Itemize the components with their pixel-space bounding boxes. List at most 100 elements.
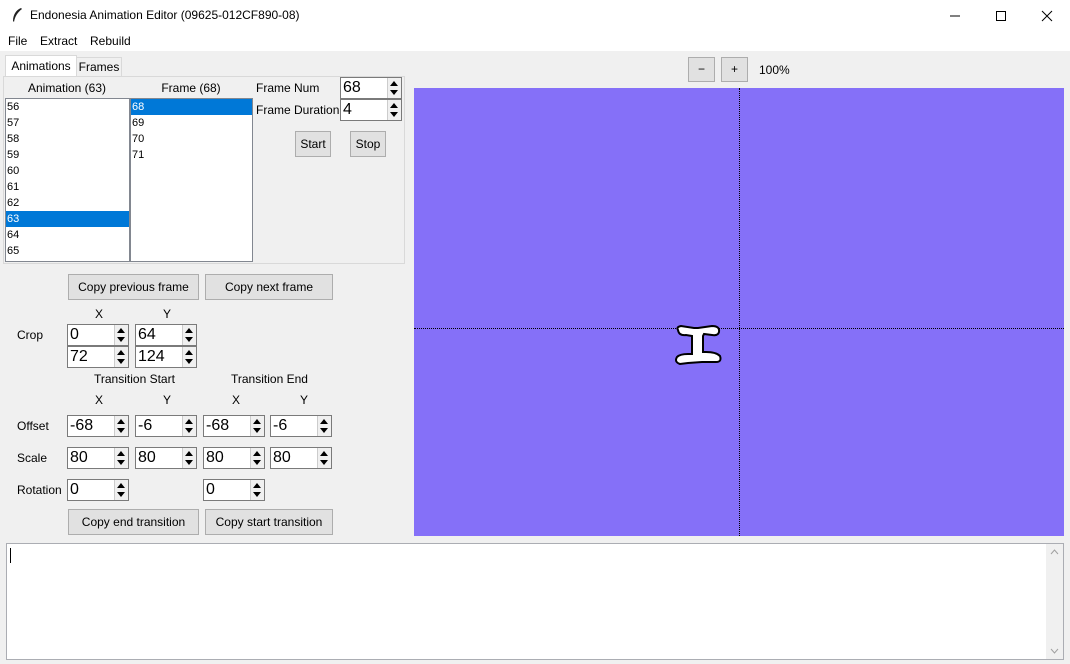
spin-up-icon[interactable]	[117, 419, 125, 424]
animation-list[interactable]: 56 57 58 59 60 61 62 63 64 65	[5, 98, 130, 262]
animation-list-item[interactable]: 56	[6, 99, 129, 115]
animation-list-item[interactable]: 57	[6, 115, 129, 131]
spin-up-icon[interactable]	[117, 451, 125, 456]
animation-list-item[interactable]: 63	[6, 211, 129, 227]
spin-up-icon[interactable]	[117, 350, 125, 355]
feather-icon	[13, 8, 22, 22]
scale-start-x-spinbox[interactable]: 80	[67, 447, 129, 469]
frame-duration-value: 4	[343, 101, 352, 118]
spin-down-icon[interactable]	[185, 359, 193, 364]
frame-list-item[interactable]: 71	[131, 147, 252, 163]
frame-list-item[interactable]: 70	[131, 131, 252, 147]
animation-list-item[interactable]: 59	[6, 147, 129, 163]
maximize-button[interactable]	[978, 0, 1024, 31]
spin-down-icon[interactable]	[320, 428, 328, 433]
spin-down-icon[interactable]	[185, 460, 193, 465]
preview-canvas[interactable]	[414, 88, 1064, 536]
menu-extract[interactable]: Extract	[40, 34, 77, 48]
scroll-down-icon[interactable]	[1050, 648, 1059, 654]
offset-end-y-spinbox[interactable]: -6	[270, 415, 332, 437]
tab-frames[interactable]: Frames	[76, 57, 122, 77]
spin-down-icon[interactable]	[253, 428, 261, 433]
stop-button[interactable]: Stop	[350, 131, 386, 157]
zoom-in-button[interactable]: +	[721, 57, 748, 82]
crop-x1-spinbox[interactable]: 0	[67, 324, 129, 346]
copy-start-transition-button[interactable]: Copy start transition	[205, 509, 333, 535]
spin-up-icon[interactable]	[253, 419, 261, 424]
end-y-header: Y	[300, 393, 309, 407]
spin-up-icon[interactable]	[185, 419, 193, 424]
animation-list-item[interactable]: 60	[6, 163, 129, 179]
spin-up-icon[interactable]	[185, 350, 193, 355]
log-scrollbar[interactable]	[1046, 544, 1063, 659]
rotation-start-spinbox[interactable]: 0	[67, 479, 129, 501]
start-button[interactable]: Start	[295, 131, 331, 157]
title-bar: Endonesia Animation Editor (09625-012CF8…	[0, 0, 1070, 31]
close-button[interactable]	[1024, 0, 1070, 31]
crop-y2-spinbox[interactable]: 124	[135, 346, 197, 368]
scale-end-y-spinbox[interactable]: 80	[270, 447, 332, 469]
crop-x1-value: 0	[70, 326, 79, 343]
spin-down-icon[interactable]	[185, 428, 193, 433]
spin-up-icon[interactable]	[117, 328, 125, 333]
frame-duration-spinbox[interactable]: 4	[340, 99, 402, 121]
frame-duration-label: Frame Duration	[256, 103, 340, 117]
scale-end-x-spinbox[interactable]: 80	[203, 447, 265, 469]
copy-previous-frame-button[interactable]: Copy previous frame	[68, 274, 199, 300]
frame-list-item[interactable]: 68	[131, 99, 252, 115]
frame-list-item[interactable]: 69	[131, 115, 252, 131]
spin-up-icon[interactable]	[320, 451, 328, 456]
spin-up-icon[interactable]	[117, 483, 125, 488]
spin-up-icon[interactable]	[253, 483, 261, 488]
crop-x2-spinbox[interactable]: 72	[67, 346, 129, 368]
spin-down-icon[interactable]	[185, 337, 193, 342]
scale-start-y-spinbox[interactable]: 80	[135, 447, 197, 469]
spin-up-icon[interactable]	[185, 451, 193, 456]
animation-list-header: Animation (63)	[27, 81, 107, 95]
crop-y1-spinbox[interactable]: 64	[135, 324, 197, 346]
spin-up-icon[interactable]	[185, 328, 193, 333]
spin-down-icon[interactable]	[320, 460, 328, 465]
canvas-vertical-guide	[739, 88, 740, 536]
spin-up-icon[interactable]	[253, 451, 261, 456]
spin-down-icon[interactable]	[117, 359, 125, 364]
animation-list-item[interactable]: 62	[6, 195, 129, 211]
spin-up-icon[interactable]	[390, 103, 398, 108]
frame-list-header: Frame (68)	[161, 81, 221, 95]
menu-bar	[0, 31, 1070, 51]
animation-list-item[interactable]: 61	[6, 179, 129, 195]
rotation-end-spinbox[interactable]: 0	[203, 479, 265, 501]
menu-rebuild[interactable]: Rebuild	[90, 34, 131, 48]
spin-down-icon[interactable]	[390, 90, 398, 95]
zoom-out-button[interactable]: −	[688, 57, 715, 82]
rotation-label: Rotation	[17, 483, 62, 497]
animation-list-item[interactable]: 65	[6, 243, 129, 259]
menu-file[interactable]: File	[8, 34, 27, 48]
offset-end-x-spinbox[interactable]: -68	[203, 415, 265, 437]
frame-list[interactable]: 68 69 70 71	[130, 98, 253, 262]
frame-num-spinbox[interactable]: 68	[340, 77, 402, 99]
minimize-icon	[950, 15, 960, 16]
offset-start-x-spinbox[interactable]: -68	[67, 415, 129, 437]
spin-down-icon[interactable]	[390, 112, 398, 117]
scroll-up-icon[interactable]	[1050, 549, 1059, 555]
spin-down-icon[interactable]	[117, 492, 125, 497]
animation-list-item[interactable]: 64	[6, 227, 129, 243]
scale-end-x-value: 80	[206, 449, 224, 466]
log-textarea[interactable]	[6, 543, 1064, 660]
spin-up-icon[interactable]	[320, 419, 328, 424]
spin-down-icon[interactable]	[117, 337, 125, 342]
offset-start-y-spinbox[interactable]: -6	[135, 415, 197, 437]
copy-next-frame-button[interactable]: Copy next frame	[205, 274, 333, 300]
spin-down-icon[interactable]	[253, 492, 261, 497]
tab-animations[interactable]: Animations	[5, 55, 77, 77]
spin-down-icon[interactable]	[117, 460, 125, 465]
animation-list-item[interactable]: 58	[6, 131, 129, 147]
spin-up-icon[interactable]	[390, 81, 398, 86]
copy-end-transition-button[interactable]: Copy end transition	[68, 509, 199, 535]
minimize-button[interactable]	[932, 0, 978, 31]
spin-down-icon[interactable]	[117, 428, 125, 433]
spin-down-icon[interactable]	[253, 460, 261, 465]
scale-label: Scale	[17, 451, 48, 465]
offset-end-y-value: -6	[273, 417, 288, 434]
